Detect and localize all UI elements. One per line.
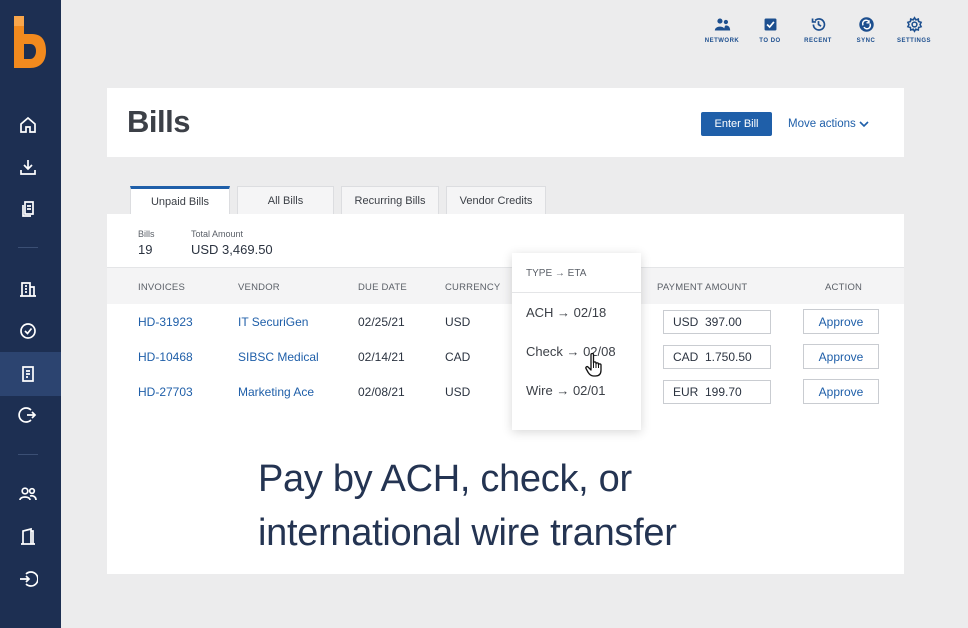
enter-bill-button[interactable]: Enter Bill [701,112,772,136]
column-header-vendor[interactable]: VENDOR [238,282,280,293]
documents-icon[interactable] [14,195,42,223]
payment-amount-input[interactable]: EUR 199.70 [663,380,771,404]
bill-icon[interactable] [14,360,42,388]
column-header-due-date[interactable]: DUE DATE [358,282,407,293]
topnav-label: TO DO [759,38,781,44]
payment-type-dropdown: TYPE → ETA ACH → 02/18 Check → 02/08 Wir… [512,253,641,430]
invoice-link[interactable]: HD-10468 [138,350,193,364]
tagline-line-1: Pay by ACH, check, or [258,458,632,500]
topnav-settings[interactable]: SETTINGS [890,16,938,44]
due-date: 02/08/21 [358,385,405,399]
hand-cursor-icon [585,352,602,377]
move-actions-dropdown[interactable]: Move actions [788,118,869,130]
topnav-recent[interactable]: RECENT [794,16,842,44]
logout-icon[interactable] [14,401,42,429]
topnav-label: SETTINGS [896,38,931,44]
invoice-link[interactable]: HD-31923 [138,315,193,329]
topnav-todo[interactable]: TO DO [746,16,794,44]
tab-all-bills[interactable]: All Bills [237,186,334,214]
payment-value: 397.00 [705,315,742,329]
tagline-line-2: international wire transfer [258,512,677,554]
building-icon[interactable] [14,275,42,303]
payment-amount-input[interactable]: USD 397.00 [663,310,771,334]
currency: USD [445,385,471,399]
column-header-payment-amount[interactable]: PAYMENT AMOUNT [657,282,747,293]
login-icon[interactable] [14,565,42,593]
topnav-network[interactable]: NETWORK [698,16,746,44]
total-amount-value: USD 3,469.50 [191,242,273,257]
header-card: Bills Enter Bill Move actions [107,88,904,157]
top-nav: NETWORK TO DO RECENT SYNC SETTINGS [698,16,938,44]
dropdown-option-ach[interactable]: ACH → 02/18 [526,305,606,320]
payment-value: 199.70 [705,385,742,399]
tab-unpaid-bills[interactable]: Unpaid Bills [130,186,230,215]
payment-value: 1.750.50 [705,350,752,364]
sync-icon [858,17,874,32]
currency: USD [445,315,471,329]
logo [14,16,46,68]
invoice-link[interactable]: HD-27703 [138,385,193,399]
bills-count-value: 19 [138,242,153,257]
approve-button[interactable]: Approve [803,379,879,404]
dropdown-header: TYPE → ETA [512,253,641,293]
tab-vendor-credits[interactable]: Vendor Credits [446,186,546,214]
table-header: INVOICES VENDOR DUE DATE CURRENCY PAYMEN… [107,267,904,304]
sidebar-divider [18,247,38,248]
total-amount-label: Total Amount [191,229,244,239]
chevron-down-icon [859,121,869,128]
approve-button[interactable]: Approve [803,309,879,334]
column-header-currency[interactable]: CURRENCY [445,282,500,293]
topnav-sync[interactable]: SYNC [842,16,890,44]
topnav-label: RECENT [804,38,832,44]
approve-button[interactable]: Approve [803,344,879,369]
bills-count-label: Bills [138,229,155,239]
home-icon[interactable] [14,111,42,139]
check-circle-icon[interactable] [14,317,42,345]
due-date: 02/14/21 [358,350,405,364]
sidebar-divider [18,454,38,455]
gear-icon [906,16,922,33]
payment-currency: USD [673,315,699,329]
topnav-label: SYNC [856,38,876,44]
topnav-label: NETWORK [704,38,740,44]
payment-currency: EUR [673,385,699,399]
download-icon[interactable] [14,153,42,181]
people-icon [714,18,730,31]
due-date: 02/25/21 [358,315,405,329]
vendor-link[interactable]: Marketing Ace [238,385,314,399]
payment-currency: CAD [673,350,699,364]
checkbox-icon [764,18,776,31]
users-icon[interactable] [14,480,42,508]
sidebar [0,0,61,628]
page-title: Bills [127,104,190,139]
tab-recurring-bills[interactable]: Recurring Bills [341,186,439,214]
dropdown-option-wire[interactable]: Wire → 02/01 [526,383,605,398]
column-header-action[interactable]: ACTION [825,282,862,293]
vendor-link[interactable]: IT SecuriGen [238,315,308,329]
column-header-invoices[interactable]: INVOICES [138,282,185,293]
currency: CAD [445,350,471,364]
move-actions-label: Move actions [788,118,856,130]
history-icon [811,18,825,31]
payment-amount-input[interactable]: CAD 1.750.50 [663,345,771,369]
door-icon[interactable] [14,523,42,551]
vendor-link[interactable]: SIBSC Medical [238,350,319,364]
